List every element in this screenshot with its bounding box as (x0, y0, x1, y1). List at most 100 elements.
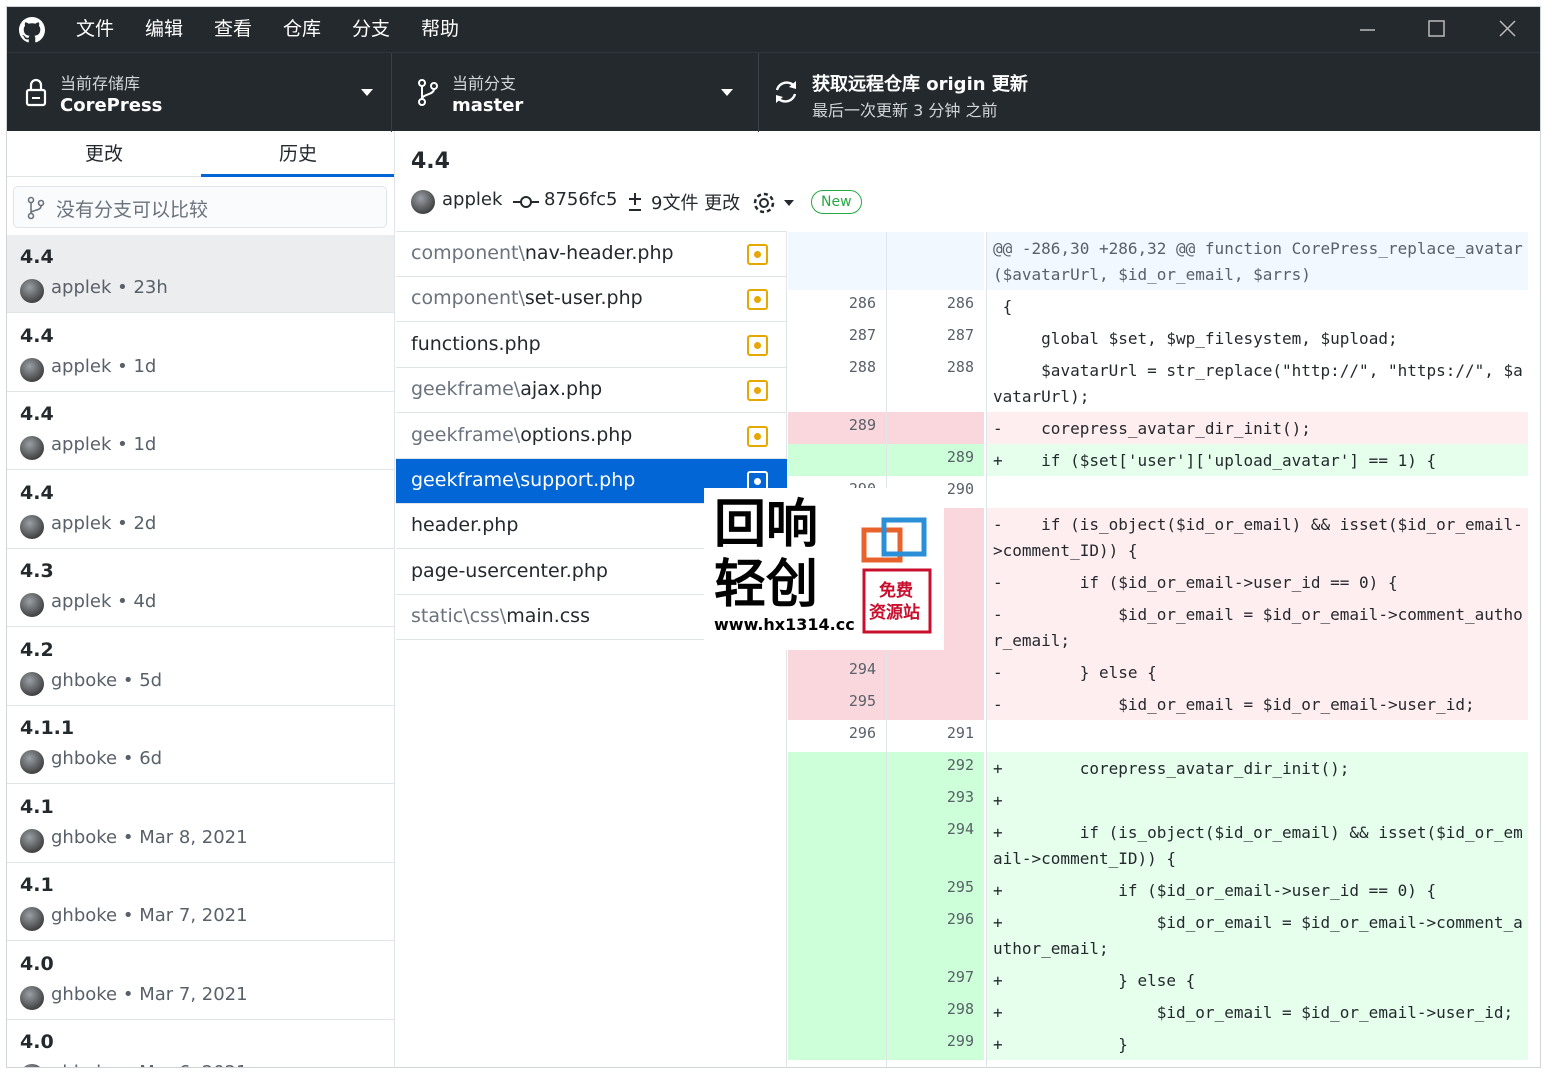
old-line-number: 288 (848, 358, 876, 376)
menu-branch[interactable]: 分支 (352, 7, 390, 52)
diff-code: + (986, 784, 1528, 816)
diff-line[interactable]: 294 - } else { (788, 656, 1528, 688)
diff-code (986, 720, 1528, 752)
avatar (20, 514, 44, 539)
compare-branch-input[interactable]: 没有分支可以比较 (13, 186, 387, 228)
commit-item[interactable]: 4.1 ghboke • Mar 7, 2021 (7, 863, 394, 941)
commit-item[interactable]: 4.0 ghboke • Mar 7, 2021 (7, 942, 394, 1020)
diff-line[interactable]: 286 286 { (788, 290, 1528, 322)
commit-item[interactable]: 4.3 applek • 4d (7, 549, 394, 627)
old-line-number (788, 444, 886, 476)
diff-line[interactable]: 295 + if ($id_or_email->user_id == 0) { (788, 874, 1528, 906)
close-button[interactable] (1472, 7, 1540, 52)
diff-line[interactable]: 299 + } (788, 1028, 1528, 1060)
old-line-number: 295 (788, 688, 886, 720)
fetch-origin-button[interactable]: 获取远程仓库 origin 更新 最后一次更新 3 分钟 之前 (759, 53, 1540, 132)
old-line-number (788, 906, 886, 964)
commit-author-time: applek • 1d (51, 355, 157, 377)
diff-code: { (986, 290, 1528, 322)
new-badge: New (811, 190, 862, 214)
diff-line[interactable]: 289 - corepress_avatar_dir_init(); (788, 412, 1528, 444)
diff-line[interactable]: 288 288 $avatarUrl = str_replace("http://… (788, 354, 1528, 412)
menu-help[interactable]: 帮助 (421, 7, 459, 52)
diff-line[interactable]: 294 + if (is_object($id_or_email) && isse… (788, 816, 1528, 874)
changed-file-item[interactable]: functions.php (396, 323, 787, 368)
changed-file-item[interactable]: component\nav-header.php (396, 232, 787, 277)
diff-line[interactable]: 297 + } else { (788, 964, 1528, 996)
current-repository-dropdown[interactable]: 当前存储库 CorePress (7, 53, 392, 132)
file-path: page-usercenter.php (411, 559, 608, 582)
minimize-button[interactable] (1332, 7, 1402, 52)
menu-repository[interactable]: 仓库 (283, 7, 321, 52)
current-branch-dropdown[interactable]: 当前分支 master (399, 53, 759, 132)
title-bar: 文件 编辑 查看 仓库 分支 帮助 (7, 7, 1540, 52)
svg-text:www.hx1314.cc: www.hx1314.cc (714, 615, 855, 634)
commit-item[interactable]: 4.4 applek • 2d (7, 471, 394, 549)
commit-author-time: ghboke • Mar 8, 2021 (51, 826, 248, 848)
changed-file-item[interactable]: component\set-user.php (396, 277, 787, 323)
commit-summary: 4.0 (20, 952, 54, 975)
diff-line[interactable]: 292 + corepress_avatar_dir_init(); (788, 752, 1528, 784)
diff-code: + if (is_object($id_or_email) && isset($… (986, 816, 1528, 874)
commit-item[interactable]: 4.0 ghboke • Mar 6, 2021 (7, 1020, 394, 1067)
diff-code: global $set, $wp_filesystem, $upload; (986, 322, 1528, 354)
maximize-button[interactable] (1402, 7, 1472, 52)
tab-changes[interactable]: 更改 (7, 131, 201, 177)
file-path: geekframe\ajax.php (411, 378, 603, 401)
diff-line[interactable]: 287 287 global $set, $wp_filesystem, $upl… (788, 322, 1528, 354)
branch-name: master (452, 95, 524, 116)
file-path: functions.php (411, 332, 541, 355)
commit-summary: 4.1 (20, 874, 54, 896)
commit-item[interactable]: 4.4 applek • 23h (7, 235, 394, 313)
commit-sha[interactable]: 8756fc5 (544, 189, 618, 210)
menu-edit[interactable]: 编辑 (145, 7, 183, 52)
new-line-number: 291 (886, 720, 984, 752)
github-icon[interactable] (19, 17, 45, 43)
chevron-down-icon (361, 89, 373, 96)
commit-title: 4.4 (411, 149, 450, 174)
tab-history[interactable]: 历史 (201, 131, 394, 177)
app-window: 文件 编辑 查看 仓库 分支 帮助 当前存储库 CorePress 当前分支 m… (6, 6, 1541, 1068)
old-line-number (788, 874, 886, 906)
gear-icon[interactable] (752, 190, 796, 216)
commit-summary: 4.4 (20, 246, 54, 268)
menu-view[interactable]: 查看 (214, 7, 252, 52)
diff-code: + $id_or_email = $id_or_email->user_id; (986, 996, 1528, 1028)
diff-line[interactable]: 295 - $id_or_email = $id_or_email->user_i… (788, 688, 1528, 720)
svg-text:免费: 免费 (879, 580, 913, 601)
lock-icon (25, 78, 47, 107)
old-line-number: 297 (788, 1060, 886, 1067)
commit-item[interactable]: 4.4 applek • 1d (7, 314, 394, 392)
commit-item[interactable]: 4.1.1 ghboke • 6d (7, 706, 394, 784)
sidebar: 更改 历史 没有分支可以比较 4.4 applek • 23h 4.4 applek … (7, 131, 395, 1067)
file-path: header.php (411, 514, 519, 537)
changed-file-item[interactable]: geekframe\ajax.php (396, 368, 787, 414)
branch-label: 当前分支 (452, 74, 517, 93)
diff-line[interactable]: 297300 } (788, 1060, 1528, 1067)
commit-author-time: applek • 1d (51, 434, 157, 455)
menu-file[interactable]: 文件 (76, 7, 114, 52)
avatar (20, 593, 44, 617)
new-line-number: 300 (886, 1060, 984, 1067)
new-line-number: 298 (886, 996, 984, 1028)
changed-file-item[interactable]: geekframe\options.php (396, 414, 787, 459)
avatar (20, 907, 44, 931)
branch-icon (27, 196, 45, 220)
commit-author-time: applek • 2d (51, 512, 157, 534)
diff-line[interactable]: 289 + if ($set['user']['upload_avatar'] =… (788, 444, 1528, 476)
repository-name: CorePress (60, 95, 163, 116)
diff-line[interactable]: 296 291 (788, 720, 1528, 752)
diff-hunk-header[interactable]: @@ -286,30 +286,32 @@ function CorePress… (788, 232, 1528, 290)
commit-item[interactable]: 4.2 ghboke • 5d (7, 628, 394, 706)
avatar (20, 828, 44, 853)
commit-item[interactable]: 4.4 applek • 1d (7, 392, 394, 470)
diff-line[interactable]: 293 + (788, 784, 1528, 816)
diff-line[interactable]: 296 + $id_or_email = $id_or_email->commen… (788, 906, 1528, 964)
commit-item[interactable]: 4.1 ghboke • Mar 8, 2021 (7, 785, 394, 863)
diff-line[interactable]: 298 + $id_or_email = $id_or_email->user_i… (788, 996, 1528, 1028)
old-line-number (788, 996, 886, 1028)
file-path: geekframe\support.php (411, 469, 636, 491)
svg-text:回响: 回响 (714, 495, 818, 555)
fetch-title: 获取远程仓库 origin 更新 (812, 74, 1028, 95)
svg-text:轻创: 轻创 (714, 555, 818, 615)
